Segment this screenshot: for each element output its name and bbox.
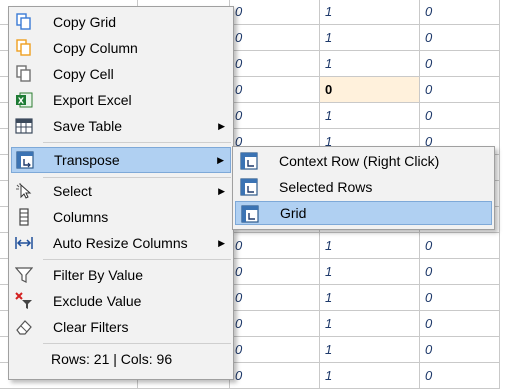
menu-item-label: Copy Column xyxy=(53,40,138,56)
grid-cell[interactable]: 0 xyxy=(420,363,500,389)
submenu-item-label: Grid xyxy=(280,205,307,221)
menu-item-copy-grid[interactable]: Copy Grid xyxy=(11,10,231,34)
menu-separator xyxy=(43,343,231,344)
grid-cell[interactable]: 0 xyxy=(420,103,500,129)
rows-cols-status: Rows: 21 | Cols: 96 xyxy=(51,351,173,367)
transpose-icon xyxy=(241,205,259,223)
svg-text:X: X xyxy=(18,97,25,106)
grid-cell[interactable]: 0 xyxy=(230,51,320,77)
grid-cell[interactable]: 1 xyxy=(320,259,420,285)
menu-item-select[interactable]: Select ▶ xyxy=(11,179,231,203)
resize-arrows-icon xyxy=(15,237,33,249)
submenu-item-grid[interactable]: Grid xyxy=(235,201,492,225)
grid-cell[interactable]: 1 xyxy=(320,337,420,363)
grid-cell[interactable]: 1 xyxy=(320,285,420,311)
menu-item-copy-column[interactable]: Copy Column xyxy=(11,36,231,60)
exclude-filter-icon xyxy=(15,292,32,309)
grid-cell[interactable]: 1 xyxy=(320,51,420,77)
grid-cell[interactable]: 0 xyxy=(420,51,500,77)
grid-cell[interactable]: 1 xyxy=(320,311,420,337)
grid-cell[interactable]: 1 xyxy=(320,103,420,129)
menu-item-filter-by-value[interactable]: Filter By Value xyxy=(11,263,231,287)
grid-cell[interactable]: 1 xyxy=(320,0,420,25)
transpose-icon xyxy=(240,152,258,170)
eraser-icon xyxy=(16,320,32,335)
grid-cell[interactable]: 0 xyxy=(420,25,500,51)
menu-item-label: Filter By Value xyxy=(53,267,143,283)
grid-cell[interactable]: 0 xyxy=(420,0,500,25)
table-save-icon xyxy=(15,118,33,134)
menu-item-save-table[interactable]: Save Table ▶ xyxy=(11,114,231,138)
menu-item-columns[interactable]: Columns xyxy=(11,205,231,229)
menu-item-clear-filters[interactable]: Clear Filters xyxy=(11,315,231,339)
submenu-item-label: Selected Rows xyxy=(279,179,373,195)
grid-cell[interactable]: 1 xyxy=(320,233,420,259)
columns-icon xyxy=(19,208,29,226)
grid-cell[interactable]: 0 xyxy=(230,77,320,103)
menu-separator xyxy=(43,142,231,143)
context-menu: Copy Grid Copy Column Copy Cell X Export… xyxy=(8,6,234,380)
grid-cell[interactable]: 0 xyxy=(420,337,500,363)
copy-orange-icon xyxy=(16,39,31,56)
grid-cell[interactable]: 0 xyxy=(230,311,320,337)
grid-cell[interactable]: 0 xyxy=(420,311,500,337)
menu-item-exclude-value[interactable]: Exclude Value xyxy=(11,289,231,313)
grid-cell[interactable]: 0 xyxy=(420,285,500,311)
grid-cell[interactable]: 0 xyxy=(230,0,320,25)
menu-item-transpose[interactable]: Transpose ▶ xyxy=(11,147,231,173)
copy-blue-icon xyxy=(16,13,31,30)
grid-cell[interactable]: 0 xyxy=(420,259,500,285)
grid-cell[interactable]: 0 xyxy=(230,259,320,285)
menu-item-label: Auto Resize Columns xyxy=(53,235,188,251)
grid-cell[interactable]: 0 xyxy=(230,285,320,311)
submenu-arrow-icon: ▶ xyxy=(218,121,225,131)
menu-item-auto-resize-columns[interactable]: Auto Resize Columns ▶ xyxy=(11,231,231,255)
transpose-icon xyxy=(16,151,34,169)
menu-item-copy-cell[interactable]: Copy Cell xyxy=(11,62,231,86)
grid-cell[interactable]: 0 xyxy=(230,337,320,363)
grid-cell[interactable]: 0 xyxy=(230,103,320,129)
submenu-arrow-icon: ▶ xyxy=(217,155,224,165)
menu-item-label: Copy Cell xyxy=(53,66,114,82)
submenu-item-context-row[interactable]: Context Row (Right Click) xyxy=(235,149,492,173)
transpose-submenu: Context Row (Right Click) Selected Rows … xyxy=(232,146,495,230)
menu-item-label: Transpose xyxy=(54,152,120,168)
menu-separator xyxy=(43,259,231,260)
submenu-arrow-icon: ▶ xyxy=(218,186,225,196)
grid-cell[interactable]: 0 xyxy=(230,363,320,389)
grid-cell[interactable]: 1 xyxy=(320,25,420,51)
submenu-item-label: Context Row (Right Click) xyxy=(279,153,440,169)
transpose-icon xyxy=(240,178,258,196)
menu-item-label: Clear Filters xyxy=(53,319,129,335)
grid-cell[interactable]: 0 xyxy=(420,77,500,103)
cursor-icon xyxy=(16,183,32,199)
grid-cell[interactable]: 0 xyxy=(320,77,420,103)
grid-cell[interactable]: 0 xyxy=(230,233,320,259)
grid-cell[interactable]: 0 xyxy=(420,233,500,259)
submenu-item-selected-rows[interactable]: Selected Rows xyxy=(235,175,492,199)
menu-separator xyxy=(43,177,231,178)
menu-item-label: Select xyxy=(53,183,92,199)
filter-icon xyxy=(15,267,33,283)
grid-cell[interactable]: 1 xyxy=(320,363,420,389)
excel-icon: X xyxy=(16,92,33,108)
grid-cell[interactable]: 0 xyxy=(230,25,320,51)
menu-item-label: Copy Grid xyxy=(53,14,117,30)
menu-item-label: Exclude Value xyxy=(53,293,142,309)
menu-item-label: Save Table xyxy=(53,118,123,134)
menu-item-label: Export Excel xyxy=(53,92,132,108)
menu-item-export-excel[interactable]: X Export Excel xyxy=(11,88,231,112)
menu-item-label: Columns xyxy=(53,209,109,225)
copy-gray-icon xyxy=(16,65,31,82)
submenu-arrow-icon: ▶ xyxy=(218,238,225,248)
